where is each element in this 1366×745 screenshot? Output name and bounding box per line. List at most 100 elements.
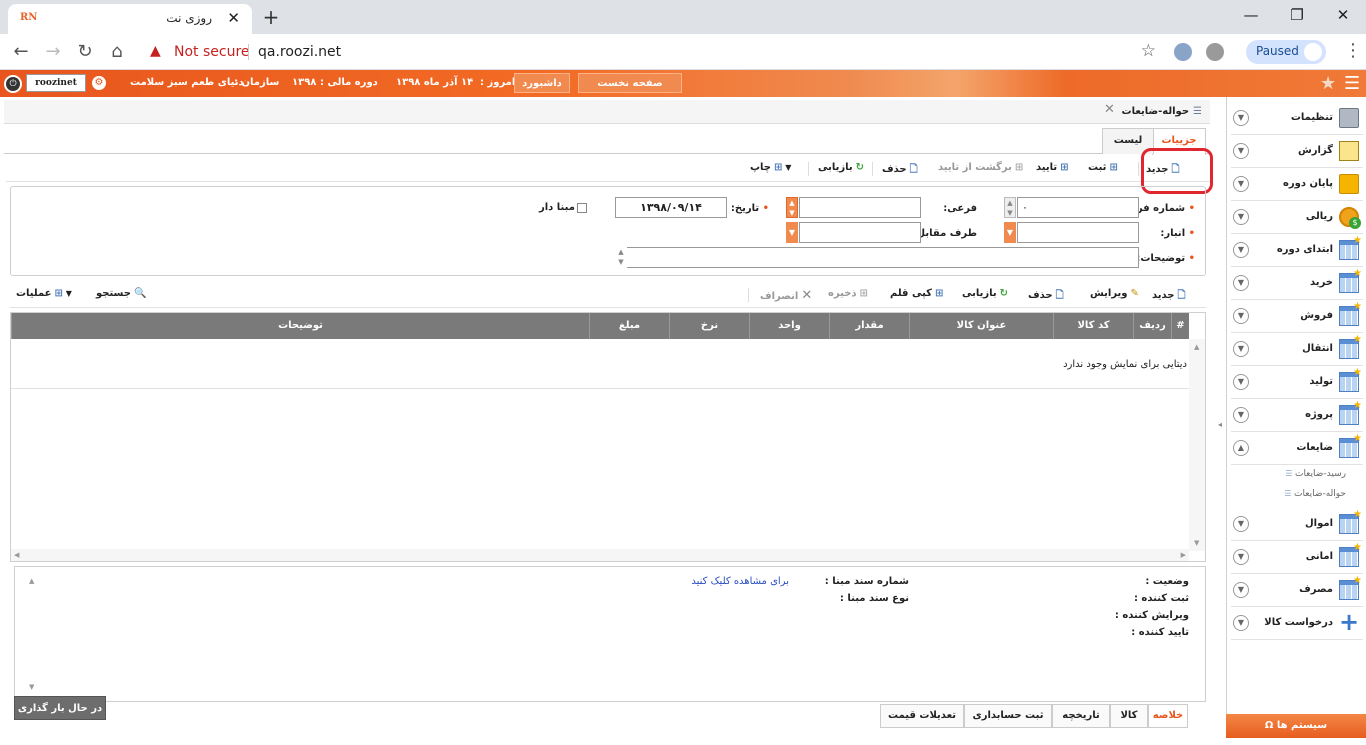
tab-history[interactable]: تاریخچه [1052, 704, 1110, 728]
window-close-icon[interactable]: ✕ [1320, 4, 1366, 28]
sidebar-item-project[interactable]: ▼ پروژه [1231, 399, 1363, 432]
power-icon[interactable]: ⏻ [4, 75, 22, 93]
grid-new-button[interactable]: 🗋جدید [1152, 288, 1186, 305]
profile-paused-button[interactable]: Paused [1246, 40, 1326, 64]
favorites-star-icon[interactable]: ★ [1320, 73, 1336, 94]
restore-icon[interactable]: ❐ [1274, 4, 1320, 28]
unapprove-button[interactable]: ⊞برگشت از تایید [938, 162, 1023, 173]
gear-icon[interactable]: ⚙ [92, 76, 106, 90]
sidebar-item-assets[interactable]: ▼ اموال [1231, 508, 1363, 541]
tab-goods[interactable]: کالا [1110, 704, 1148, 728]
home-icon[interactable]: ⌂ [104, 39, 130, 65]
address-bar[interactable]: ▲ Not secure qa.roozi.net ☆ [140, 38, 1160, 66]
extension-eye-icon[interactable] [1206, 43, 1224, 61]
chevron-down-icon[interactable]: ▼ [1233, 516, 1249, 532]
username-box[interactable]: roozinet [26, 74, 86, 92]
grid-copy-button[interactable]: ⊞کپی قلم [890, 288, 943, 299]
tab-price-adjustments[interactable]: تعدیلات قیمت [880, 704, 964, 728]
chevron-down-icon[interactable]: ▼ [1233, 407, 1249, 423]
chevron-down-icon[interactable]: ▼ [786, 222, 798, 243]
grid-col-description[interactable]: توضیحات [11, 313, 589, 339]
bookmark-star-icon[interactable]: ☆ [1141, 41, 1156, 61]
base-checkbox[interactable] [577, 203, 587, 213]
hamburger-menu-icon[interactable]: ☰ [1344, 73, 1360, 94]
chevron-down-icon[interactable]: ▼ [1233, 176, 1249, 192]
sidebar-item-rial[interactable]: ▼ ریالی [1231, 201, 1363, 234]
sidebar-item-waste[interactable]: ▲ ضایعات [1231, 432, 1363, 465]
systems-button[interactable]: Ω سیستم ها [1226, 714, 1366, 738]
sidebar-item-purchase[interactable]: ▼ خرید [1231, 267, 1363, 300]
sidebar-subitem-waste-remittance[interactable]: حواله-ضایعات [1284, 489, 1346, 499]
sidebar-item-period-start[interactable]: ▼ ابتدای دوره [1231, 234, 1363, 267]
refresh-button[interactable]: ↻بازیابی [818, 162, 864, 173]
sidebar-item-period-end[interactable]: ▼ پایان دوره [1231, 168, 1363, 201]
browser-menu-icon[interactable]: ⋮ [1344, 40, 1362, 61]
counterparty-select[interactable] [799, 222, 921, 243]
sub-input[interactable] [799, 197, 921, 218]
sidebar-item-settings[interactable]: ▼ تنظیمات [1231, 102, 1363, 135]
chevron-down-icon[interactable]: ▼ [1233, 549, 1249, 565]
sidebar-subitem-waste-receipt[interactable]: رسید-ضایعات [1285, 469, 1346, 479]
grid-refresh-button[interactable]: ↻بازیابی [962, 288, 1008, 299]
form-number-stepper[interactable]: ▲ ▼ [1004, 197, 1016, 218]
chevron-down-icon[interactable]: ▼ [1233, 143, 1249, 159]
grid-col-unit[interactable]: واحد [749, 313, 829, 339]
tab-summary[interactable]: خلاصه [1148, 704, 1188, 728]
scroll-left-icon[interactable]: ◀ [14, 551, 19, 559]
home-page-button[interactable]: صفحه نخست [578, 73, 682, 93]
grid-col-qty[interactable]: مقدار [829, 313, 909, 339]
sidebar-item-goods-request[interactable]: ▼ درخواست کالا + [1231, 607, 1363, 640]
scroll-up-icon[interactable]: ▲ [29, 577, 34, 585]
close-icon[interactable]: ✕ [227, 9, 240, 27]
view-link[interactable]: برای مشاهده کلیک کنید [691, 576, 789, 587]
back-icon[interactable]: ← [8, 39, 34, 65]
scroll-down-icon[interactable]: ▼ [1194, 539, 1199, 547]
grid-delete-button[interactable]: 🗋حذف [1028, 288, 1064, 305]
grid-col-title[interactable]: عنوان کالا [909, 313, 1053, 339]
vertical-scrollbar[interactable]: ▲ ▼ [1189, 339, 1205, 551]
tab-accounting[interactable]: ثبت حسابداری [964, 704, 1052, 728]
scroll-up-icon[interactable]: ▲ [1194, 343, 1199, 351]
sidebar-item-consignment[interactable]: ▼ امانی [1231, 541, 1363, 574]
scroll-down-icon[interactable]: ▼ [29, 683, 34, 691]
close-icon[interactable]: ✕ [1104, 102, 1115, 117]
warehouse-select[interactable] [1017, 222, 1139, 243]
delete-button[interactable]: 🗋حذف [882, 162, 918, 179]
description-input[interactable] [615, 247, 1139, 268]
chevron-down-icon[interactable]: ▼ [1233, 582, 1249, 598]
scroll-right-icon[interactable]: ▶ [1181, 551, 1186, 559]
chevron-down-icon[interactable]: ▼ [1233, 615, 1249, 631]
new-tab-button[interactable]: + [258, 6, 284, 30]
print-button[interactable]: ▼ ⊞چاپ [750, 162, 791, 173]
form-number-input[interactable]: ۰ [1017, 197, 1139, 218]
splitter-handle[interactable]: ◂ [1218, 420, 1222, 429]
extension-icon[interactable] [1174, 43, 1192, 61]
grid-col-hash[interactable]: # [1171, 313, 1189, 339]
minimize-icon[interactable]: — [1228, 4, 1274, 28]
browser-tab[interactable]: RN روزی نت ✕ [8, 4, 252, 34]
grid-col-code[interactable]: کد کالا [1053, 313, 1133, 339]
approve-button[interactable]: ⊞تایید [1036, 162, 1069, 173]
chevron-down-icon[interactable]: ▼ [1233, 209, 1249, 225]
grid-col-rate[interactable]: نرخ [669, 313, 749, 339]
sidebar-item-report[interactable]: ▼ گزارش [1231, 135, 1363, 168]
save-button[interactable]: ⊞ثبت [1088, 162, 1118, 173]
chevron-down-icon[interactable]: ▼ [1233, 341, 1249, 357]
reload-icon[interactable]: ↻ [72, 39, 98, 65]
grid-col-amount[interactable]: مبلغ [589, 313, 669, 339]
sidebar-item-transfer[interactable]: ▼ انتقال [1231, 333, 1363, 366]
dashboard-button[interactable]: داشبورد [514, 73, 570, 93]
grid-cancel-button[interactable]: ✕انصراف [760, 288, 812, 303]
grid-search-button[interactable]: 🔍جستجو [96, 288, 146, 299]
chevron-down-icon[interactable]: ▼ [1233, 242, 1249, 258]
chevron-up-icon[interactable]: ▲ [1233, 440, 1249, 456]
sub-stepper[interactable]: ▲ ▼ [786, 197, 798, 218]
grid-operations-button[interactable]: ▼ ⊞عملیات [16, 288, 72, 299]
grid-edit-button[interactable]: ✎ویرایش [1090, 288, 1139, 299]
chevron-down-icon[interactable]: ▼ [1233, 110, 1249, 126]
grid-col-row[interactable]: ردیف [1133, 313, 1171, 339]
sidebar-item-sales[interactable]: ▼ فروش [1231, 300, 1363, 333]
sidebar-item-production[interactable]: ▼ تولید [1231, 366, 1363, 399]
date-input[interactable]: ۱۳۹۸/۰۹/۱۴ [615, 197, 727, 218]
forward-icon[interactable]: → [40, 39, 66, 65]
